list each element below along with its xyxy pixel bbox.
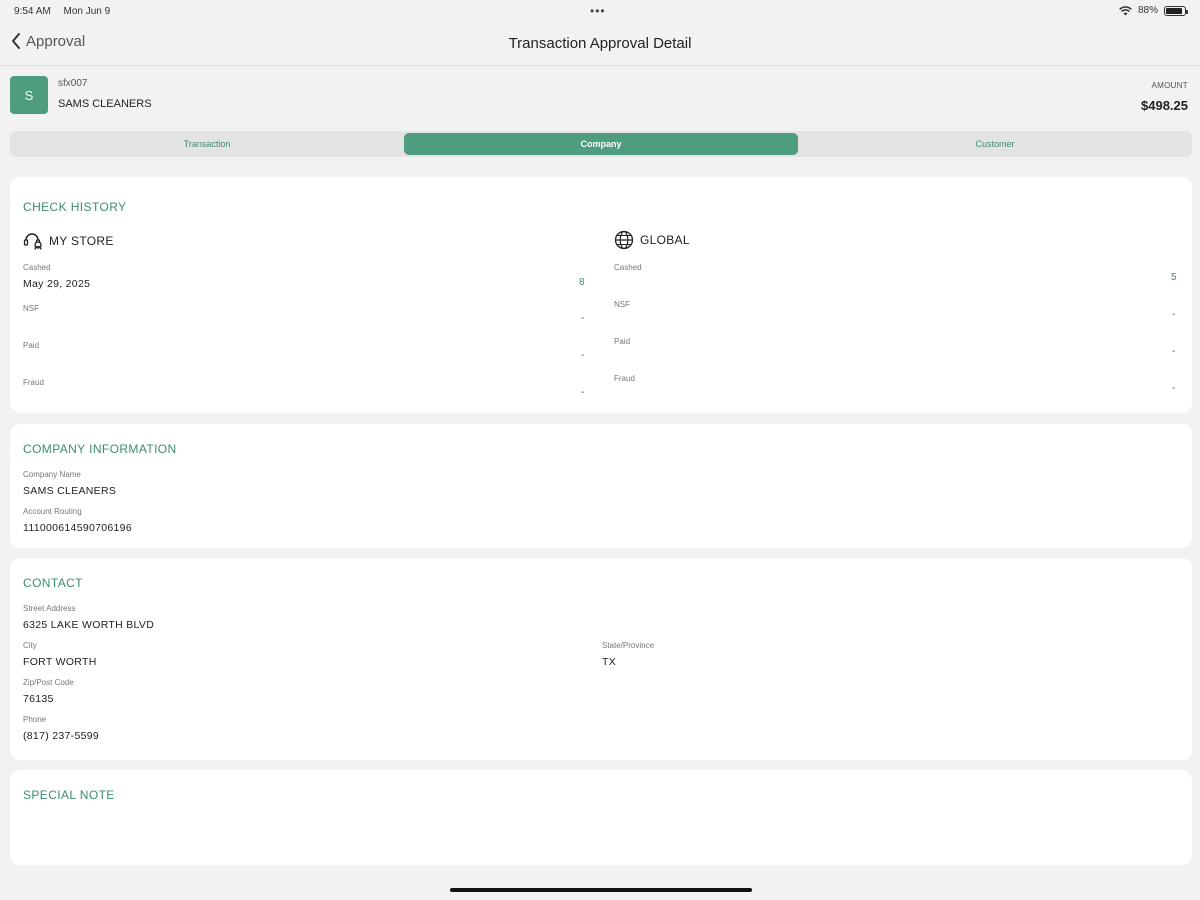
- status-date: Mon Jun 9: [63, 6, 111, 17]
- account-routing-label: Account Routing: [23, 507, 82, 516]
- battery-icon: [1164, 5, 1188, 16]
- my-store-cashed-label: Cashed: [23, 263, 51, 272]
- state-value: TX: [602, 656, 617, 668]
- company-name-value: SAMS CLEANERS: [23, 485, 117, 497]
- check-history-card: CHECK HISTORY MY STORE Cashed May 29, 20…: [10, 177, 1192, 413]
- battery-percent: 88%: [1137, 5, 1158, 16]
- merchant-avatar: S: [10, 76, 48, 114]
- amount-value: $498.25: [1141, 98, 1188, 113]
- tab-bar: Transaction Company Customer: [10, 131, 1192, 157]
- my-store-nsf-label: NSF: [23, 304, 39, 313]
- my-store-cashed-count: 8: [579, 277, 585, 288]
- global-nsf-value: -: [1172, 309, 1176, 320]
- global-paid-value: -: [1172, 346, 1176, 357]
- contact-card: CONTACT Street Address 6325 LAKE WORTH B…: [10, 558, 1192, 760]
- company-information-title: COMPANY INFORMATION: [23, 442, 177, 456]
- company-name-label: Company Name: [23, 470, 81, 479]
- home-indicator[interactable]: [450, 888, 752, 892]
- street-address-value: 6325 LAKE WORTH BLVD: [23, 619, 155, 631]
- merchant-name: SAMS CLEANERS: [58, 98, 152, 110]
- wifi-icon: [1119, 5, 1132, 15]
- merchant-header: S sfx007 SAMS CLEANERS AMOUNT $498.25: [10, 70, 1190, 126]
- special-note-card: SPECIAL NOTE: [10, 770, 1192, 865]
- global-heading: GLOBAL: [614, 230, 690, 250]
- my-store-paid-value: -: [581, 350, 585, 361]
- global-fraud-value: -: [1172, 383, 1176, 394]
- my-store-nsf-value: -: [581, 313, 585, 324]
- my-store-fraud-value: -: [581, 387, 585, 398]
- city-label: City: [23, 641, 37, 650]
- store-person-icon: [23, 233, 42, 250]
- my-store-paid-label: Paid: [23, 341, 40, 350]
- battery-fill: [1166, 7, 1182, 14]
- status-bar: 9:54 AM Mon Jun 9 ••• 88%: [0, 0, 1200, 22]
- street-address-label: Street Address: [23, 604, 76, 613]
- global-cashed-label: Cashed: [614, 263, 642, 272]
- merchant-id: sfx007: [58, 78, 88, 89]
- company-information-card: COMPANY INFORMATION Company Name SAMS CL…: [10, 424, 1192, 548]
- global-cashed-count: 5: [1171, 272, 1177, 283]
- my-store-heading: MY STORE: [23, 232, 114, 250]
- phone-value[interactable]: (817) 237-5599: [23, 730, 99, 742]
- status-time: 9:54 AM: [14, 6, 51, 17]
- state-label: State/Province: [602, 641, 655, 650]
- tab-customer[interactable]: Customer: [798, 131, 1192, 157]
- tab-company[interactable]: Company: [404, 133, 798, 155]
- city-value: FORT WORTH: [23, 656, 97, 668]
- tab-transaction[interactable]: Transaction: [10, 131, 404, 157]
- phone-label: Phone: [23, 715, 47, 724]
- my-store-label: MY STORE: [49, 234, 114, 248]
- check-history-title: CHECK HISTORY: [23, 200, 127, 214]
- my-store-fraud-label: Fraud: [23, 378, 44, 387]
- account-routing-value: 111000614590706196: [23, 522, 132, 534]
- status-time-date: 9:54 AM Mon Jun 9: [14, 6, 120, 17]
- page-title: Transaction Approval Detail: [508, 35, 692, 52]
- navigation-bar: Approval Transaction Approval Detail: [0, 22, 1200, 66]
- global-label: GLOBAL: [640, 233, 690, 247]
- globe-icon: [614, 230, 634, 250]
- contact-title: CONTACT: [23, 576, 83, 590]
- status-indicators: 88%: [1119, 5, 1188, 16]
- my-store-cashed-date: May 29, 2025: [23, 278, 91, 290]
- amount-label: AMOUNT: [1151, 81, 1188, 90]
- global-paid-label: Paid: [614, 337, 631, 346]
- special-note-title: SPECIAL NOTE: [23, 788, 115, 802]
- global-fraud-label: Fraud: [614, 374, 635, 383]
- zip-value: 76135: [23, 693, 54, 705]
- multitask-dots[interactable]: •••: [590, 4, 606, 18]
- global-nsf-label: NSF: [614, 300, 630, 309]
- zip-label: Zip/Post Code: [23, 678, 74, 687]
